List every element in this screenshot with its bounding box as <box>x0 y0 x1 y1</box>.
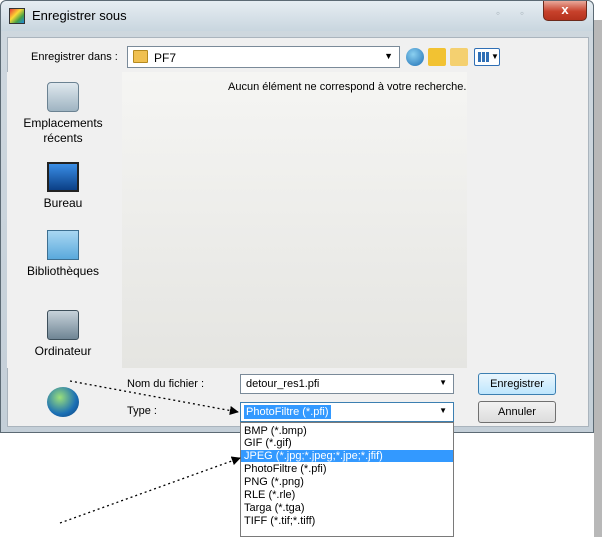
chevron-down-icon[interactable]: ▼ <box>439 406 447 415</box>
cancel-button[interactable]: Annuler <box>478 401 556 423</box>
network-icon <box>47 387 79 417</box>
maximize-icon: ◦ <box>519 6 525 20</box>
filetype-option-highlighted[interactable]: JPEG (*.jpg;*.jpeg;*.jpe;*.jfif) <box>241 450 453 462</box>
libraries-icon <box>47 230 79 260</box>
place-computer-label: Ordinateur <box>34 344 92 358</box>
filetype-value: PhotoFiltre (*.pfi) <box>244 405 331 419</box>
back-icon[interactable] <box>406 48 424 66</box>
filetype-option[interactable]: GIF (*.gif) <box>241 437 453 449</box>
place-network[interactable] <box>7 387 119 421</box>
places-bar: Emplacements récents Bureau Bibliothèque… <box>7 72 119 417</box>
save-in-label: Enregistrer dans : <box>31 51 118 63</box>
save-in-combobox[interactable]: PF7 ▼ <box>127 46 400 68</box>
filename-input[interactable]: detour_res1.pfi ▼ <box>240 374 454 394</box>
save-button[interactable]: Enregistrer <box>478 373 556 395</box>
place-desktop-label: Bureau <box>43 196 83 210</box>
filetype-dropdown-list: BMP (*.bmp) GIF (*.gif) JPEG (*.jpg;*.jp… <box>240 422 454 537</box>
save-in-value: PF7 <box>154 51 177 65</box>
view-grid-icon <box>478 52 489 62</box>
file-list[interactable] <box>122 72 467 368</box>
desktop-icon <box>47 162 79 192</box>
filename-label: Nom du fichier : <box>127 378 205 390</box>
filetype-option[interactable]: RLE (*.rle) <box>241 489 453 501</box>
filetype-option[interactable]: PNG (*.png) <box>241 476 453 488</box>
computer-icon <box>47 310 79 340</box>
filetype-select[interactable]: PhotoFiltre (*.pfi) ▼ <box>240 402 454 422</box>
place-desktop[interactable]: Bureau <box>7 162 119 210</box>
new-folder-icon[interactable] <box>450 48 468 66</box>
empty-results-message: Aucun élément ne correspond à votre rech… <box>228 81 467 93</box>
chevron-down-icon: ▼ <box>491 52 499 61</box>
title-bar[interactable]: Enregistrer sous ◦ ◦ x <box>1 1 593 31</box>
chevron-down-icon: ▼ <box>384 51 393 61</box>
window-title: Enregistrer sous <box>32 8 127 23</box>
place-libraries[interactable]: Bibliothèques <box>7 230 119 278</box>
filetype-option[interactable]: BMP (*.bmp) <box>241 425 453 437</box>
filetype-option[interactable]: Targa (*.tga) <box>241 502 453 514</box>
app-icon <box>9 8 25 24</box>
filetype-option[interactable]: TIFF (*.tif;*.tiff) <box>241 515 453 527</box>
file-list-background <box>122 72 467 368</box>
recent-places-icon <box>47 82 79 112</box>
place-libraries-label: Bibliothèques <box>26 264 100 278</box>
filename-value: detour_res1.pfi <box>246 378 320 390</box>
place-computer[interactable]: Ordinateur <box>7 310 119 358</box>
up-folder-icon[interactable] <box>428 48 446 66</box>
background-scrollbar <box>594 20 602 537</box>
folder-icon <box>133 50 148 63</box>
filetype-option[interactable]: PhotoFiltre (*.pfi) <box>241 463 453 475</box>
filetype-label: Type : <box>127 405 157 417</box>
close-button[interactable]: x <box>543 1 587 21</box>
view-menu-icon[interactable]: ▼ <box>474 48 500 66</box>
minimize-icon: ◦ <box>495 6 501 20</box>
place-recent[interactable]: Emplacements récents <box>7 82 119 146</box>
place-recent-label: Emplacements récents <box>23 116 103 145</box>
chevron-down-icon[interactable]: ▼ <box>439 378 447 387</box>
